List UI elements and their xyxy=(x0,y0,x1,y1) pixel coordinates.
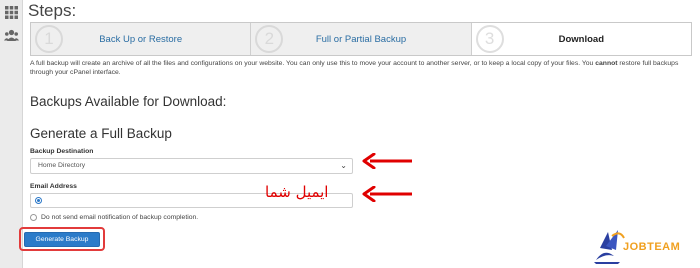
step-full-or-partial[interactable]: 2 Full or Partial Backup xyxy=(251,23,472,55)
generate-button-highlight: Generate Backup xyxy=(19,227,105,251)
arrow-left-icon xyxy=(362,186,412,202)
step-download: 3 Download xyxy=(471,23,691,55)
arrow-left-icon xyxy=(362,153,412,169)
backup-destination-label: Backup Destination xyxy=(30,148,94,155)
destination-value: Home Directory xyxy=(38,162,86,169)
step-number: 3 xyxy=(475,25,504,53)
email-radio[interactable] xyxy=(35,197,42,204)
step-label: Download xyxy=(558,33,605,45)
step-number: 1 xyxy=(35,25,63,53)
step-number: 2 xyxy=(255,25,284,53)
generate-backup-button[interactable]: Generate Backup xyxy=(24,232,100,247)
no-email-option[interactable]: Do not send email notification of backup… xyxy=(30,214,198,221)
email-address-label: Email Address xyxy=(30,183,77,190)
steps-heading: Steps: xyxy=(28,1,77,20)
no-email-radio[interactable] xyxy=(30,214,37,221)
steps-wizard: 1 Back Up or Restore 2 Full or Partial B… xyxy=(30,22,692,56)
backup-destination-select[interactable]: Home Directory ⌄ xyxy=(30,158,353,174)
jobteam-watermark: JOBTEAM xyxy=(623,241,681,253)
step-backup-or-restore[interactable]: 1 Back Up or Restore xyxy=(31,23,252,55)
users-icon[interactable] xyxy=(4,28,19,43)
backups-available-title: Backups Available for Download: xyxy=(30,94,227,109)
step-label: Back Up or Restore xyxy=(99,33,183,45)
chevron-down-icon: ⌄ xyxy=(340,161,347,170)
backup-page: Steps: 1 Back Up or Restore 2 Full or Pa… xyxy=(0,0,700,268)
no-email-label: Do not send email notification of backup… xyxy=(41,214,199,221)
step-label: Full or Partial Backup xyxy=(315,33,407,45)
generate-full-backup-title: Generate a Full Backup xyxy=(30,126,172,141)
backup-description: A full backup will create an archive of … xyxy=(30,60,679,76)
apps-grid-icon[interactable] xyxy=(4,5,19,20)
email-hint-annotation: ایمیل شما xyxy=(265,183,329,201)
